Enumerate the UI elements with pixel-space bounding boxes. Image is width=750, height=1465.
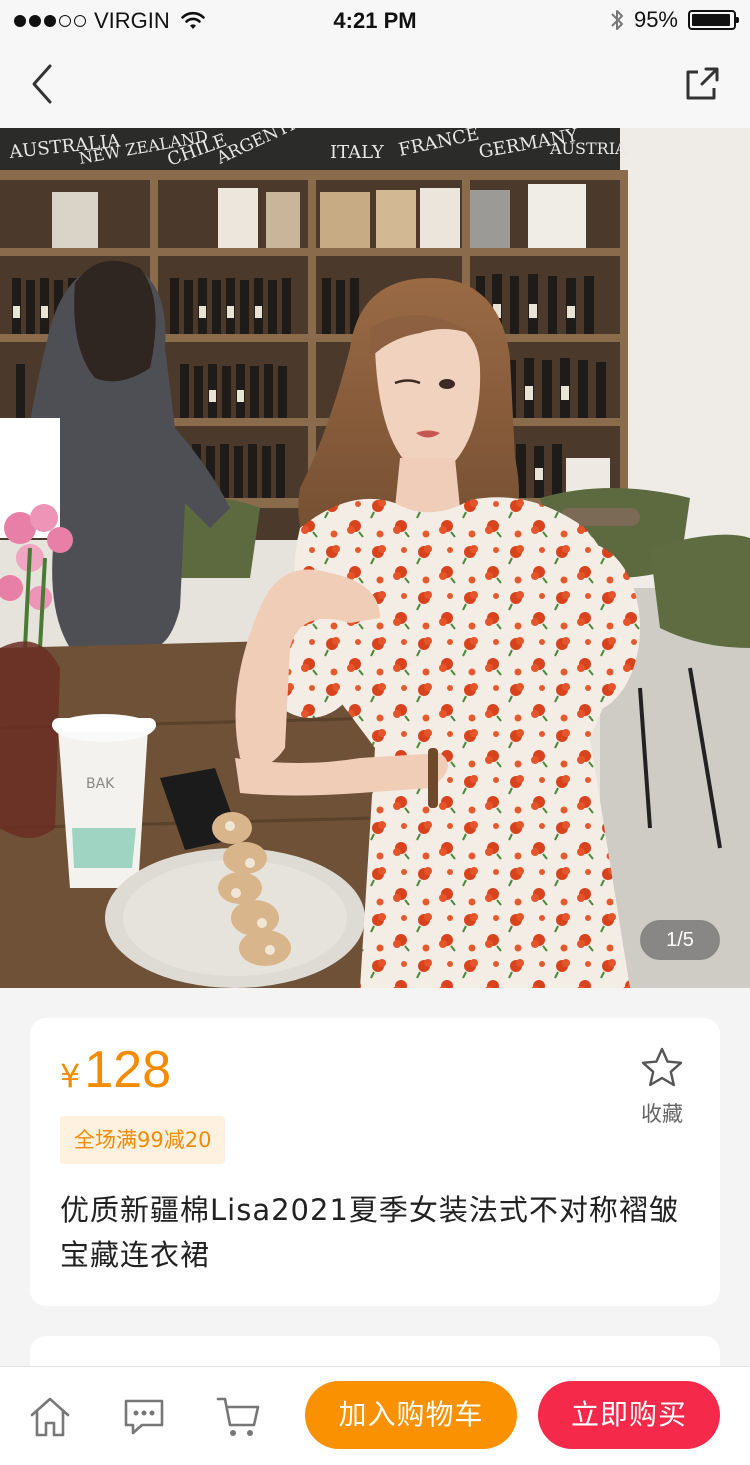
navigation-bar: [0, 40, 750, 128]
cart-button[interactable]: [214, 1393, 262, 1441]
status-right: 95%: [610, 7, 739, 33]
svg-text:ITALY: ITALY: [330, 142, 385, 163]
bottom-action-bar: 加入购物车 立即购买: [0, 1366, 750, 1465]
back-button[interactable]: [22, 60, 66, 108]
buy-now-button[interactable]: 立即购买: [538, 1381, 720, 1449]
status-bar: VIRGIN 4:21 PM 95%: [0, 0, 750, 40]
battery-icon: [688, 10, 739, 30]
home-button[interactable]: [26, 1393, 74, 1441]
star-outline-icon: [641, 1047, 683, 1087]
home-icon: [30, 1397, 70, 1437]
share-button[interactable]: [682, 64, 722, 104]
price-currency: ¥: [60, 1057, 81, 1095]
bluetooth-icon: [611, 10, 623, 30]
chat-icon: [124, 1399, 164, 1435]
price-value: 128: [84, 1041, 172, 1099]
product-photo: AUSTRALIA NEW ZEALAND CHILE ARGENTINA IT…: [0, 128, 750, 988]
favorite-button[interactable]: 收藏: [632, 1046, 692, 1128]
cart-icon: [216, 1397, 260, 1436]
svg-text:AUSTRIA: AUSTRIA: [549, 139, 627, 158]
add-to-cart-button[interactable]: 加入购物车: [305, 1381, 517, 1449]
product-title: 优质新疆棉Lisa2021夏季女装法式不对称褶皱宝藏连衣裙: [60, 1193, 679, 1272]
favorite-label: 收藏: [641, 1102, 683, 1126]
chevron-left-icon: [32, 64, 52, 104]
gallery-page-indicator: 1/5: [640, 920, 720, 960]
battery-percent: 95%: [633, 7, 678, 32]
svg-text:BAK: BAK: [86, 776, 115, 792]
product-info-card: ¥ 128 全场满99减20 收藏 优质新疆棉Lisa2021夏季女装法式不对称…: [30, 1018, 720, 1306]
product-price: ¥ 128: [60, 1040, 171, 1100]
battery-level: [692, 14, 730, 26]
promo-badge: 全场满99减20: [60, 1116, 226, 1164]
product-image-gallery[interactable]: AUSTRALIA NEW ZEALAND CHILE ARGENTINA IT…: [0, 128, 750, 988]
share-external-icon: [686, 67, 719, 100]
chat-button[interactable]: [120, 1393, 168, 1441]
